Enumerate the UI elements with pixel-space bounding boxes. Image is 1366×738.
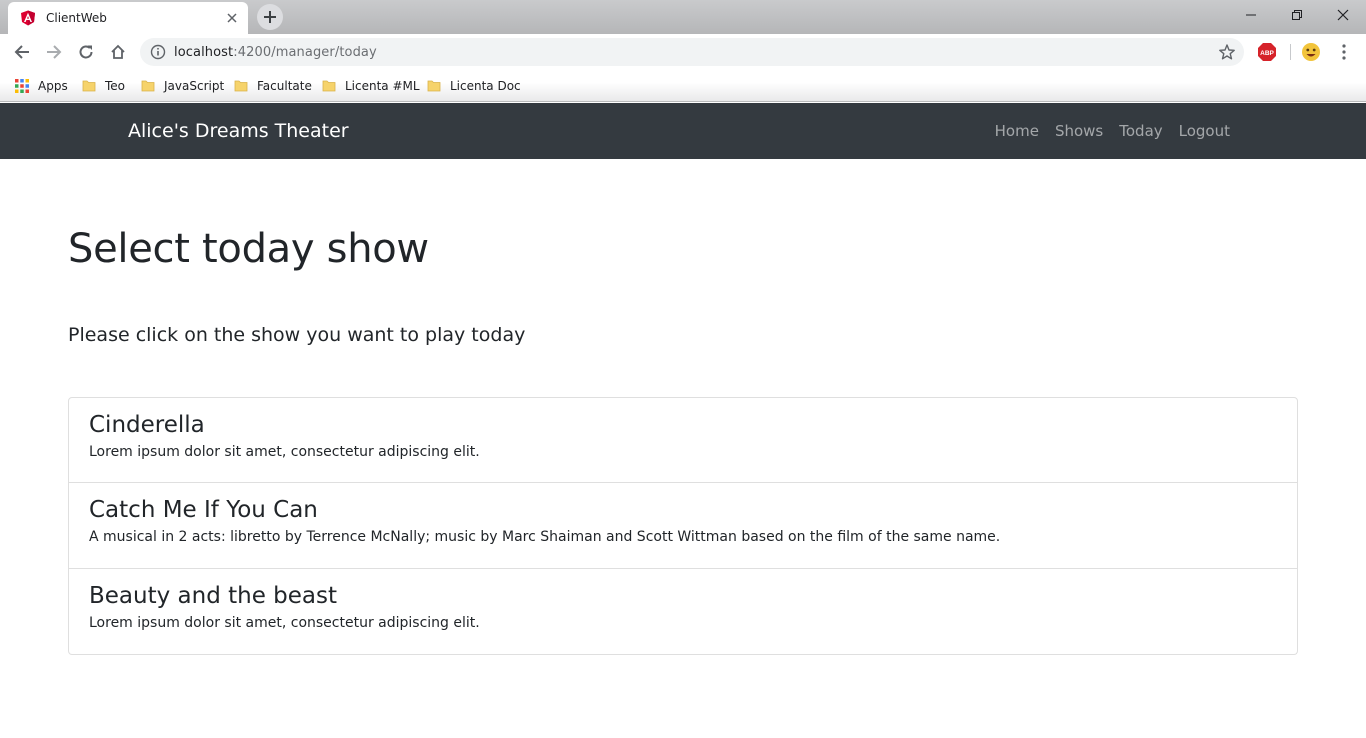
plus-icon xyxy=(264,11,276,23)
show-name: Cinderella xyxy=(89,412,205,438)
navbar-brand[interactable]: Alice's Dreams Theater xyxy=(128,120,349,142)
close-icon xyxy=(1337,9,1349,21)
nav-link-shows[interactable]: Shows xyxy=(1055,122,1103,140)
bookmarks-bar: Apps Teo JavaScript Facultate Licenta #M… xyxy=(0,70,1366,102)
show-name: Catch Me If You Can xyxy=(89,497,318,523)
new-tab-button[interactable] xyxy=(257,4,283,30)
reload-icon xyxy=(79,45,93,59)
browser-tab[interactable]: ClientWeb xyxy=(8,2,248,34)
bookmark-label: Teo xyxy=(105,79,126,93)
folder-icon xyxy=(426,78,442,94)
show-name: Beauty and the beast xyxy=(89,583,338,609)
bookmark-folder-javascript[interactable]: JavaScript xyxy=(140,77,224,95)
nav-link-today[interactable]: Today xyxy=(1119,122,1162,140)
bookmark-apps[interactable]: Apps xyxy=(14,77,68,95)
show-list: Cinderella Lorem ipsum dolor sit amet, c… xyxy=(68,397,1298,655)
back-button[interactable] xyxy=(9,39,35,65)
home-icon xyxy=(111,44,125,59)
show-description: Lorem ipsum dolor sit amet, consectetur … xyxy=(89,444,480,460)
app-navbar: Alice's Dreams Theater Home Shows Today … xyxy=(0,103,1366,159)
apps-grid-icon xyxy=(14,78,30,94)
forward-button[interactable] xyxy=(41,39,67,65)
toolbar-separator xyxy=(1290,44,1291,60)
arrow-right-icon xyxy=(47,45,62,59)
show-item-catch-me-if-you-can[interactable]: Catch Me If You Can A musical in 2 acts:… xyxy=(68,483,1298,569)
folder-icon xyxy=(81,78,97,94)
adblock-plus-icon[interactable]: ABP xyxy=(1257,42,1277,62)
bookmark-star-icon[interactable] xyxy=(1218,43,1236,61)
close-tab-icon[interactable] xyxy=(222,8,242,28)
home-button[interactable] xyxy=(105,39,131,65)
navbar-links: Home Shows Today Logout xyxy=(995,122,1230,140)
tab-title: ClientWeb xyxy=(46,11,107,25)
bookmark-label: Facultate xyxy=(257,79,312,93)
close-window-button[interactable] xyxy=(1320,0,1366,30)
folder-icon xyxy=(140,78,156,94)
bookmark-folder-licenta-ml[interactable]: Licenta #ML xyxy=(321,77,420,95)
bookmark-label: Licenta Doc xyxy=(450,79,521,93)
svg-text:ABP: ABP xyxy=(1260,50,1274,57)
info-icon[interactable] xyxy=(150,44,166,60)
url-text: localhost:4200/manager/today xyxy=(174,44,377,60)
show-item-cinderella[interactable]: Cinderella Lorem ipsum dolor sit amet, c… xyxy=(68,397,1298,483)
folder-icon xyxy=(233,78,249,94)
restore-window-button[interactable] xyxy=(1274,0,1320,30)
folder-icon xyxy=(321,78,337,94)
menu-kebab-icon[interactable] xyxy=(1334,42,1354,62)
angular-icon xyxy=(20,10,36,26)
restore-icon xyxy=(1292,10,1302,20)
browser-tab-strip: ClientWeb xyxy=(0,0,1366,34)
page-subtitle: Please click on the show you want to pla… xyxy=(68,324,526,346)
bookmark-label: Apps xyxy=(38,79,68,93)
show-description: A musical in 2 acts: libretto by Terrenc… xyxy=(89,529,1001,545)
bookmark-label: JavaScript xyxy=(164,79,225,93)
bookmark-folder-licenta-doc[interactable]: Licenta Doc xyxy=(426,77,521,95)
browser-toolbar: localhost:4200/manager/today ABP xyxy=(0,34,1366,70)
bookmark-label: Licenta #ML xyxy=(345,79,420,93)
show-item-beauty-and-the-beast[interactable]: Beauty and the beast Lorem ipsum dolor s… xyxy=(68,569,1298,655)
show-description: Lorem ipsum dolor sit amet, consectetur … xyxy=(89,615,480,631)
page-title: Select today show xyxy=(68,226,429,272)
minimize-window-button[interactable] xyxy=(1228,0,1274,30)
bookmark-folder-teo[interactable]: Teo xyxy=(81,77,125,95)
reload-button[interactable] xyxy=(73,39,99,65)
minimize-icon xyxy=(1246,14,1256,16)
arrow-left-icon xyxy=(14,45,29,59)
nav-link-logout[interactable]: Logout xyxy=(1179,122,1230,140)
profile-avatar-icon[interactable] xyxy=(1301,42,1321,62)
bookmark-folder-facultate[interactable]: Facultate xyxy=(233,77,312,95)
nav-link-home[interactable]: Home xyxy=(995,122,1039,140)
address-bar[interactable]: localhost:4200/manager/today xyxy=(140,38,1244,66)
